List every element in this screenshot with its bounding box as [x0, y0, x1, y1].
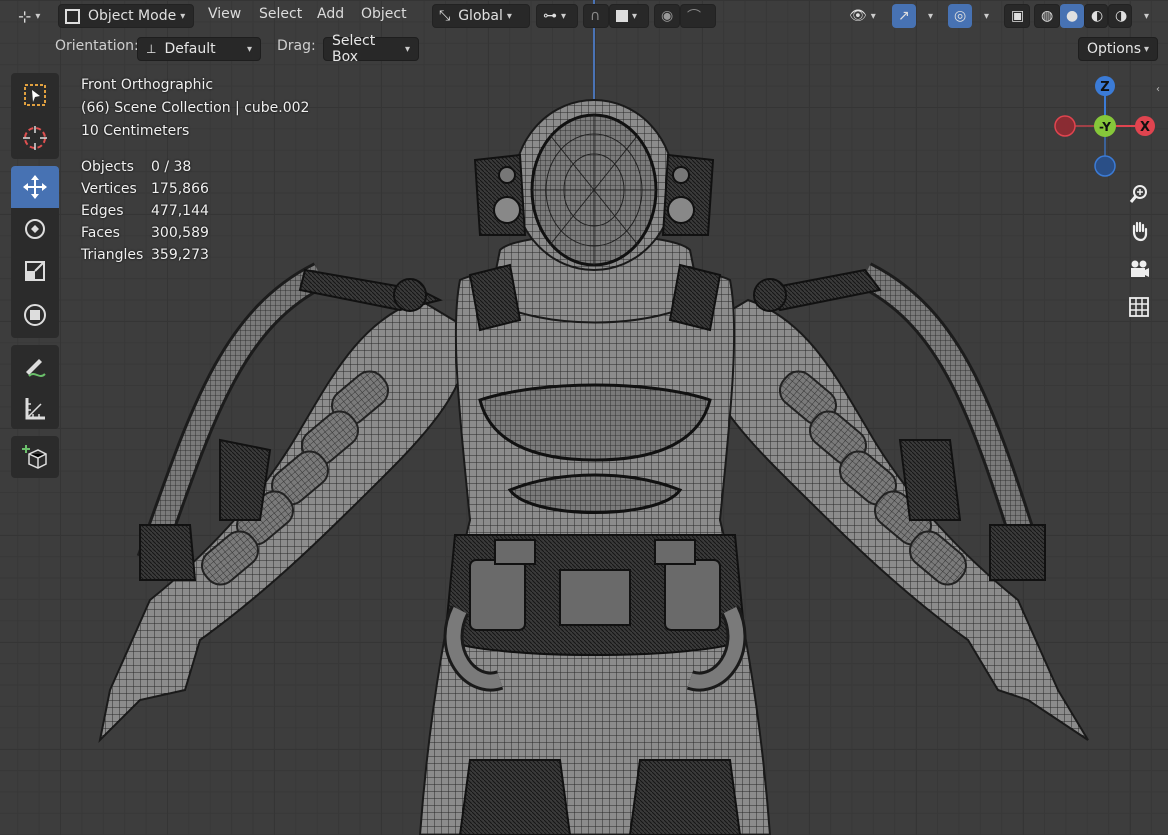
shading-dropdown[interactable]: ▾: [1134, 4, 1154, 28]
select-box-icon: [24, 84, 46, 106]
stats-label-objects: Objects: [81, 159, 134, 175]
falloff-curve-icon: ⌒: [687, 9, 701, 25]
view-name: Front Orthographic: [81, 77, 214, 93]
gizmo-toggle[interactable]: ↗: [892, 4, 916, 28]
orientation-axes-icon: ⤡: [439, 8, 451, 24]
mode-dropdown[interactable]: Object Mode ▾: [58, 4, 194, 28]
stats-label-edges: Edges: [81, 203, 124, 219]
menu-object[interactable]: Object: [361, 6, 407, 22]
camera-view-button[interactable]: [1123, 253, 1155, 285]
orientation-default-icon: ⊥: [146, 42, 157, 56]
zoom-button[interactable]: [1123, 178, 1155, 210]
tool-rotate[interactable]: [11, 208, 59, 250]
pan-button[interactable]: [1123, 215, 1155, 247]
axis-editor-icon: ⊹: [18, 6, 32, 26]
shading-solid-button[interactable]: ●: [1060, 4, 1084, 28]
stats-value-faces: 300,589: [151, 225, 209, 241]
stats-value-triangles: 359,273: [151, 247, 209, 263]
mode-label: Object Mode: [88, 8, 177, 24]
cursor-icon: [23, 126, 47, 150]
snap-target-dropdown[interactable]: ▾: [609, 4, 649, 28]
grid-icon: [1129, 297, 1149, 317]
wireframe-sphere-icon: ◍: [1041, 8, 1054, 24]
stats-label-triangles: Triangles: [81, 247, 144, 263]
editor-type-button[interactable]: ⊹ ▾: [12, 4, 46, 28]
snap-square-icon: [616, 10, 628, 22]
snap-toggle[interactable]: ∩: [583, 4, 609, 28]
navigation-gizmo[interactable]: Z X -Y: [1050, 72, 1160, 182]
tool-annotate[interactable]: [11, 345, 59, 387]
tool-cursor[interactable]: [11, 117, 59, 159]
collection-info: (66) Scene Collection | cube.002: [81, 100, 310, 116]
pencil-icon: [26, 359, 46, 377]
menu-add[interactable]: Add: [317, 6, 344, 22]
menu-select[interactable]: Select: [259, 6, 302, 22]
stats-value-vertices: 175,866: [151, 181, 209, 197]
stats-label-faces: Faces: [81, 225, 120, 241]
transform-icon: [24, 304, 46, 326]
stats-value-edges: 477,144: [151, 203, 209, 219]
scale-icon: [25, 261, 45, 281]
move-arrows-icon: [23, 175, 47, 199]
drag-dropdown[interactable]: Select Box ▾: [323, 33, 419, 65]
pivot-point-dropdown[interactable]: ⊶ ▾: [536, 4, 578, 28]
y-axis-label: -Y: [1099, 120, 1111, 134]
neg-x-axis-handle[interactable]: [1054, 115, 1076, 137]
transform-orientation-label: Global: [458, 8, 503, 24]
xray-toggle[interactable]: ▣: [1004, 4, 1030, 28]
proportional-edit-icon: ◉: [661, 8, 674, 24]
stats-label-vertices: Vertices: [81, 181, 137, 197]
overlays-icon: ◎: [954, 8, 967, 24]
orientation-value: Default: [164, 41, 216, 57]
overlays-toggle[interactable]: ◎: [948, 4, 972, 28]
material-sphere-icon: ◐: [1091, 8, 1104, 24]
orientation-label: Orientation:: [55, 38, 139, 54]
grid-scale: 10 Centimeters: [81, 123, 190, 139]
orientation-dropdown[interactable]: ⊥ Default ▾: [137, 37, 261, 61]
shading-material-button[interactable]: ◐: [1084, 4, 1108, 28]
camera-icon: [1131, 260, 1149, 277]
add-cube-icon: [22, 445, 47, 469]
ruler-icon: [25, 398, 45, 420]
eye-icon: 👁: [849, 8, 867, 24]
magnet-icon: ∩: [590, 8, 601, 24]
transform-orientation-dropdown[interactable]: ⤡ Global ▾: [432, 4, 530, 28]
tool-transform[interactable]: [11, 292, 59, 338]
3d-viewport[interactable]: ⊹ ▾ Object Mode ▾ View Select Add Object ⤡…: [0, 0, 1168, 835]
tool-move[interactable]: [11, 166, 59, 208]
rendered-sphere-icon: ◑: [1115, 8, 1128, 24]
object-mode-icon: [65, 8, 80, 24]
gizmo-arrow-icon: ↗: [898, 8, 910, 24]
proportional-edit-toggle[interactable]: ◉: [654, 4, 680, 28]
menu-view[interactable]: View: [208, 6, 241, 22]
drag-label: Drag:: [277, 38, 316, 54]
stats-value-objects: 0 / 38: [151, 159, 192, 175]
drag-value: Select Box: [332, 33, 376, 65]
xray-icon: ▣: [1011, 8, 1025, 24]
hand-icon: [1132, 221, 1148, 242]
rotate-icon: [25, 219, 45, 239]
tool-measure[interactable]: [11, 387, 59, 429]
neg-z-axis-handle[interactable]: [1094, 155, 1116, 177]
z-axis-label: Z: [1100, 80, 1109, 95]
overlays-dropdown[interactable]: ▾: [974, 4, 994, 28]
falloff-dropdown[interactable]: ⌒: [680, 4, 716, 28]
shading-wireframe-button[interactable]: ◍: [1034, 4, 1060, 28]
x-axis-label: X: [1140, 120, 1150, 135]
visibility-dropdown[interactable]: 👁 ▾: [843, 4, 885, 28]
options-label: Options: [1087, 41, 1142, 57]
zoom-icon: [1129, 185, 1147, 203]
tool-select-box[interactable]: [11, 73, 59, 117]
perspective-toggle-button[interactable]: [1123, 291, 1155, 323]
shading-rendered-button[interactable]: ◑: [1108, 4, 1132, 28]
tool-add-cube[interactable]: [11, 436, 59, 478]
viewport-header: ⊹ ▾ Object Mode ▾ View Select Add Object ⤡…: [0, 0, 1168, 33]
sidebar-toggle[interactable]: ‹: [1156, 84, 1160, 95]
tool-scale[interactable]: [11, 250, 59, 292]
options-dropdown[interactable]: Options ▾: [1078, 37, 1158, 61]
solid-sphere-icon: ●: [1066, 8, 1079, 24]
link-icon: ⊶: [543, 8, 557, 24]
gizmo-dropdown[interactable]: ▾: [918, 4, 938, 28]
